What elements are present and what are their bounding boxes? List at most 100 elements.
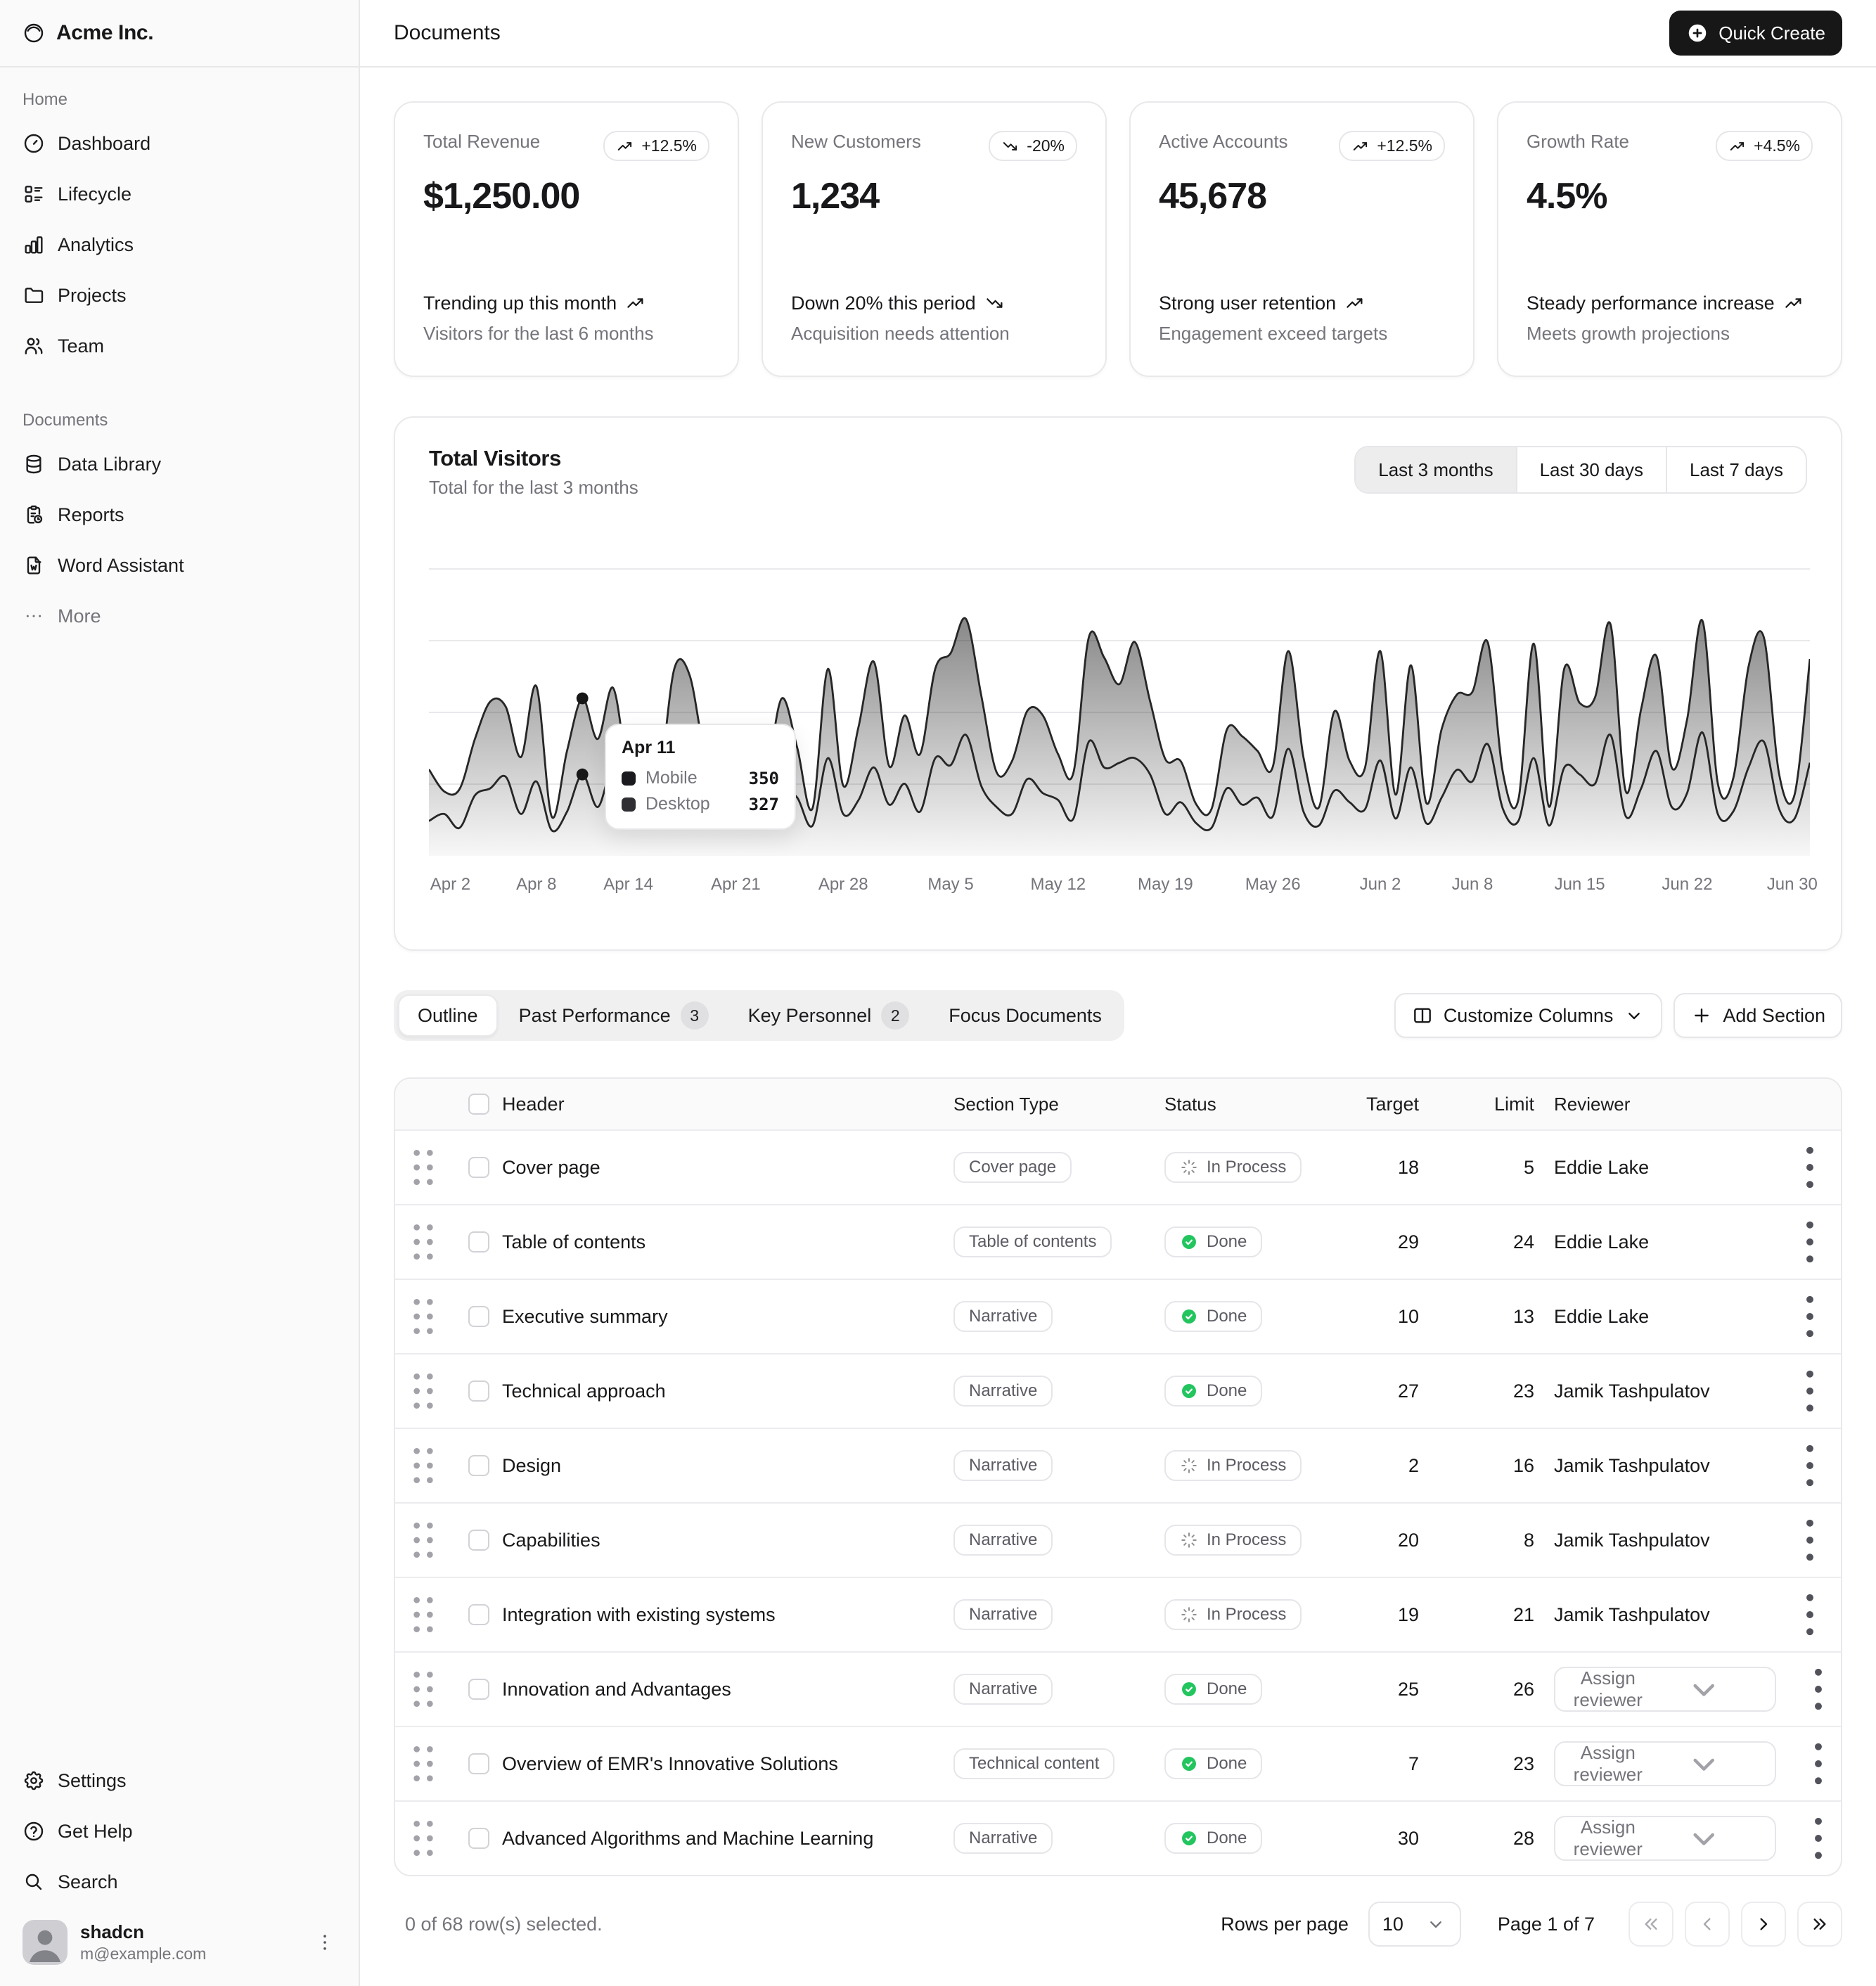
row-checkbox[interactable] [468, 1380, 489, 1402]
limit-value[interactable]: 8 [1439, 1530, 1554, 1551]
row-menu-button[interactable] [1787, 1733, 1842, 1795]
target-value[interactable]: 25 [1361, 1679, 1439, 1700]
row-menu-button[interactable] [1787, 1658, 1842, 1720]
row-checkbox[interactable] [468, 1828, 489, 1849]
sidebar-item-lifecycle[interactable]: Lifecycle [11, 172, 347, 217]
row-header[interactable]: Cover page [496, 1157, 953, 1179]
x-tick: Apr 14 [603, 875, 653, 895]
row-menu-button[interactable] [1779, 1584, 1841, 1646]
sidebar-item-projects[interactable]: Projects [11, 273, 347, 318]
row-checkbox[interactable] [468, 1157, 489, 1178]
limit-value[interactable]: 13 [1439, 1306, 1554, 1328]
target-value[interactable]: 18 [1361, 1157, 1439, 1179]
next-page-button[interactable] [1741, 1902, 1786, 1947]
row-header[interactable]: Overview of EMR's Innovative Solutions [496, 1753, 953, 1775]
limit-value[interactable]: 24 [1439, 1231, 1554, 1253]
target-value[interactable]: 10 [1361, 1306, 1439, 1328]
row-header[interactable]: Integration with existing systems [496, 1604, 953, 1626]
settings-icon [23, 1769, 45, 1792]
add-section-button[interactable]: Add Section [1673, 993, 1842, 1038]
tab-outline[interactable]: Outline [398, 994, 498, 1037]
row-menu-button[interactable] [1779, 1509, 1841, 1571]
drag-handle[interactable] [395, 1736, 451, 1792]
target-value[interactable]: 29 [1361, 1231, 1439, 1253]
row-menu-button[interactable] [1779, 1360, 1841, 1422]
user-menu[interactable]: shadcn m@example.com [11, 1910, 347, 1975]
row-menu-button[interactable] [1779, 1136, 1841, 1198]
drag-handle[interactable] [395, 1288, 451, 1345]
row-header[interactable]: Executive summary [496, 1306, 953, 1328]
user-menu-icon[interactable] [314, 1931, 336, 1954]
drag-handle[interactable] [395, 1587, 451, 1643]
drag-handle[interactable] [395, 1512, 451, 1568]
row-header[interactable]: Design [496, 1455, 953, 1477]
sidebar-item-team[interactable]: Team [11, 323, 347, 369]
select-all-checkbox[interactable] [468, 1094, 489, 1115]
target-value[interactable]: 27 [1361, 1380, 1439, 1402]
target-value[interactable]: 20 [1361, 1530, 1439, 1551]
stat-card-growth-rate: Growth Rate+4.5%4.5%Steady performance i… [1497, 101, 1842, 377]
customize-columns-button[interactable]: Customize Columns [1394, 993, 1663, 1038]
range-last-7-days[interactable]: Last 7 days [1666, 447, 1806, 492]
row-checkbox[interactable] [468, 1231, 489, 1253]
first-page-button[interactable] [1628, 1902, 1673, 1947]
row-header[interactable]: Technical approach [496, 1380, 953, 1402]
limit-value[interactable]: 16 [1439, 1455, 1554, 1477]
sidebar-item-more[interactable]: More [11, 594, 347, 639]
rows-per-page-select[interactable]: 10 [1368, 1902, 1461, 1947]
row-header[interactable]: Advanced Algorithms and Machine Learning [496, 1828, 953, 1850]
row-checkbox[interactable] [468, 1530, 489, 1551]
sidebar-item-search[interactable]: Search [11, 1859, 347, 1904]
last-page-button[interactable] [1797, 1902, 1842, 1947]
limit-value[interactable]: 23 [1439, 1380, 1554, 1402]
sidebar-item-data-library[interactable]: Data Library [11, 442, 347, 487]
drag-handle[interactable] [395, 1437, 451, 1494]
quick-create-button[interactable]: Quick Create [1669, 11, 1842, 56]
limit-value[interactable]: 23 [1439, 1753, 1554, 1775]
row-menu-button[interactable] [1779, 1435, 1841, 1497]
sidebar-brand[interactable]: Acme Inc. [0, 0, 359, 68]
row-checkbox[interactable] [468, 1753, 489, 1774]
drag-handle[interactable] [395, 1139, 451, 1196]
row-menu-button[interactable] [1779, 1211, 1841, 1273]
assign-reviewer-select[interactable]: Assign reviewer [1554, 1741, 1776, 1786]
limit-value[interactable]: 5 [1439, 1157, 1554, 1179]
tab-past-performance[interactable]: Past Performance3 [501, 994, 727, 1037]
assign-reviewer-select[interactable]: Assign reviewer [1554, 1667, 1776, 1712]
range-last-30-days[interactable]: Last 30 days [1516, 447, 1666, 492]
drag-handle[interactable] [395, 1661, 451, 1717]
sidebar-item-word-assistant[interactable]: Word Assistant [11, 543, 347, 588]
row-header[interactable]: Table of contents [496, 1231, 953, 1253]
tab-focus-documents[interactable]: Focus Documents [930, 994, 1120, 1037]
limit-value[interactable]: 21 [1439, 1604, 1554, 1626]
row-checkbox[interactable] [468, 1455, 489, 1476]
target-value[interactable]: 2 [1361, 1455, 1439, 1477]
prev-page-button[interactable] [1685, 1902, 1730, 1947]
target-value[interactable]: 7 [1361, 1753, 1439, 1775]
assign-reviewer-select[interactable]: Assign reviewer [1554, 1816, 1776, 1861]
sidebar-item-get-help[interactable]: Get Help [11, 1809, 347, 1854]
x-tick: Apr 2 [430, 875, 470, 895]
row-checkbox[interactable] [468, 1306, 489, 1327]
reviewer-cell: Jamik Tashpulatov [1554, 1530, 1779, 1551]
sidebar-item-reports[interactable]: Reports [11, 492, 347, 537]
limit-value[interactable]: 26 [1439, 1679, 1554, 1700]
area-chart: Apr 2Apr 8Apr 14Apr 21Apr 28May 5May 12M… [429, 558, 1807, 903]
drag-handle[interactable] [395, 1214, 451, 1270]
row-header[interactable]: Capabilities [496, 1530, 953, 1551]
limit-value[interactable]: 28 [1439, 1828, 1554, 1850]
sidebar-item-dashboard[interactable]: Dashboard [11, 121, 347, 166]
row-menu-button[interactable] [1787, 1807, 1842, 1869]
tab-key-personnel[interactable]: Key Personnel2 [730, 994, 928, 1037]
sidebar-item-settings[interactable]: Settings [11, 1758, 347, 1803]
row-menu-button[interactable] [1779, 1286, 1841, 1347]
target-value[interactable]: 30 [1361, 1828, 1439, 1850]
range-last-3-months[interactable]: Last 3 months [1356, 447, 1515, 492]
row-checkbox[interactable] [468, 1679, 489, 1700]
row-header[interactable]: Innovation and Advantages [496, 1679, 953, 1700]
target-value[interactable]: 19 [1361, 1604, 1439, 1626]
row-checkbox[interactable] [468, 1604, 489, 1625]
drag-handle[interactable] [395, 1810, 451, 1866]
sidebar-item-analytics[interactable]: Analytics [11, 222, 347, 267]
drag-handle[interactable] [395, 1363, 451, 1419]
